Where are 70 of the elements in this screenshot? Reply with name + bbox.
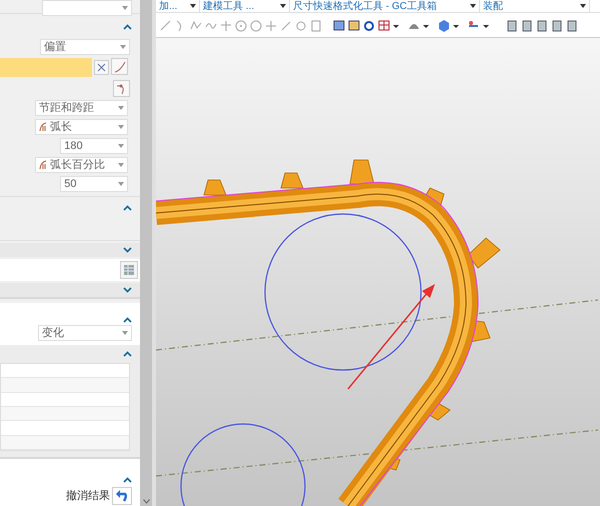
dropdown-field[interactable]: 变化 [38,325,132,341]
polyline-icon[interactable] [190,20,202,30]
page-icon[interactable] [312,20,320,32]
scrollbar[interactable] [140,0,152,506]
expand-icon[interactable] [123,287,132,293]
caret-icon [118,182,124,186]
dropdown-field[interactable]: 节距和跨距 [35,100,128,116]
window-icon[interactable] [348,20,360,30]
dropdown-field[interactable]: 弧长 [35,119,128,135]
toolbar-tab[interactable]: 尺寸快速格式化工具 - GC工具箱 [290,0,480,12]
caret-icon[interactable] [483,25,489,28]
line-icon[interactable] [282,22,290,30]
undo-button[interactable] [112,487,132,505]
line-icon[interactable] [160,20,170,30]
dropdown-field[interactable] [42,0,132,16]
caret-icon [190,4,196,8]
caret-icon [122,6,128,10]
caret-icon[interactable] [393,25,399,28]
caret-icon [118,125,124,129]
caret-icon[interactable] [453,25,459,28]
collapse-icon[interactable] [123,317,132,323]
plus-icon[interactable] [266,20,276,32]
curve-icon[interactable] [176,20,182,32]
window-icon[interactable] [334,20,344,30]
curve-icon [114,60,126,72]
shading-icon[interactable] [409,24,419,29]
layer-icon[interactable] [568,20,576,32]
caret-icon [580,4,586,8]
dropdown-field[interactable]: 偏置 [40,39,130,55]
expand-icon[interactable] [123,247,132,253]
table-button[interactable] [120,261,138,279]
selection-field[interactable] [0,58,92,77]
toolbar-tab[interactable]: 装配 [480,0,590,12]
point-circle-icon[interactable] [236,20,246,32]
caret-icon [470,4,476,8]
caret-icon [118,106,124,110]
value-field[interactable]: 180 [60,138,128,154]
caret-icon [280,4,286,8]
swap-button[interactable] [94,60,109,75]
curve-button[interactable] [113,80,130,97]
curve-button[interactable] [111,58,128,75]
caret-icon [122,331,128,335]
refresh-icon[interactable] [364,21,374,31]
circle-icon[interactable] [250,20,262,32]
wave-icon[interactable] [206,23,216,29]
down-icon[interactable] [142,499,150,504]
cube-icon[interactable] [439,20,449,32]
layer-icon[interactable] [538,20,546,32]
undo-label: 撤消结果 [66,488,110,504]
toolbar-tab[interactable]: 建模工具 ... [200,0,290,12]
collapse-icon[interactable] [123,351,132,357]
undo-icon [116,490,128,502]
arc-length-icon [39,160,48,170]
collapse-icon[interactable] [123,477,132,483]
caret-icon [118,144,124,148]
collapse-icon[interactable] [123,205,132,211]
layer-icon[interactable] [552,20,562,32]
layer-icon[interactable] [522,20,532,32]
caret-icon[interactable] [423,25,429,28]
dropdown-field[interactable]: 弧长百分比 [35,157,128,173]
collapse-icon[interactable] [123,24,132,30]
layer-icon[interactable] [508,20,516,32]
arc-length-icon [39,122,48,132]
grid-icon[interactable] [378,20,390,30]
table-icon [123,264,136,276]
cross-icon[interactable] [220,20,232,32]
value-field[interactable]: 50 [60,176,128,192]
caret-icon [118,163,124,167]
caret-icon [120,45,126,49]
toolbar-tab[interactable]: 加... [156,0,200,12]
